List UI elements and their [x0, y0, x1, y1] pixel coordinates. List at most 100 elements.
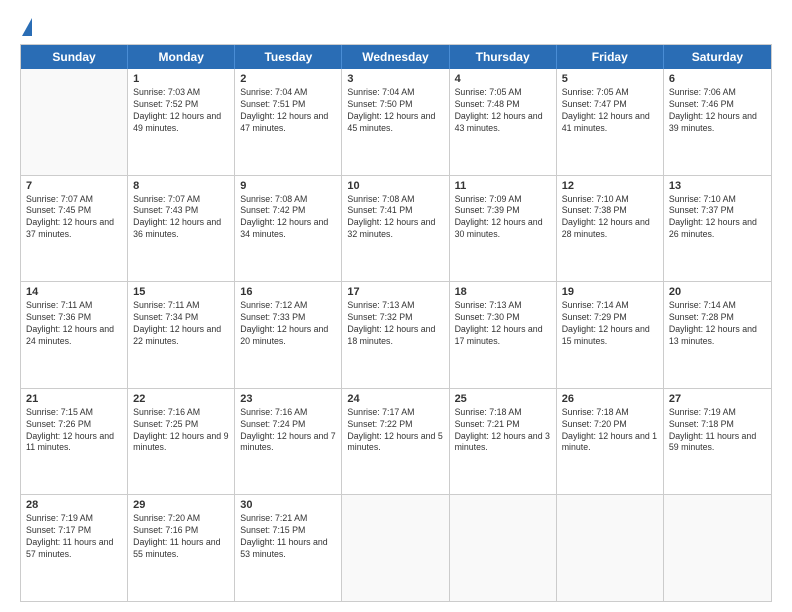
calendar-body: 1 Sunrise: 7:03 AM Sunset: 7:52 PM Daylig… [21, 69, 771, 601]
day-number: 2 [240, 73, 336, 85]
calendar-cell: 19 Sunrise: 7:14 AM Sunset: 7:29 PM Dayli… [557, 282, 664, 388]
calendar-cell: 22Sunrise: 7:16 AM Sunset: 7:25 PM Dayli… [128, 389, 235, 495]
cell-info: Sunrise: 7:03 AM Sunset: 7:52 PM Dayligh… [133, 87, 229, 135]
calendar-cell: 26 Sunrise: 7:18 AM Sunset: 7:20 PM Dayli… [557, 389, 664, 495]
cell-info: Sunrise: 7:15 AM Sunset: 7:26 PM Dayligh… [26, 407, 122, 455]
day-number: 7 [26, 180, 122, 192]
day-number: 14 [26, 286, 122, 298]
cell-info: Sunrise: 7:17 AM Sunset: 7:22 PM Dayligh… [347, 407, 443, 455]
cell-info: Sunrise: 7:11 AM Sunset: 7:34 PM Dayligh… [133, 300, 229, 348]
calendar-week-row: 7 Sunrise: 7:07 AM Sunset: 7:45 PM Daylig… [21, 176, 771, 283]
day-number: 29 [133, 499, 229, 511]
cell-info: Sunrise: 7:08 AM Sunset: 7:41 PM Dayligh… [347, 194, 443, 242]
day-number: 15 [133, 286, 229, 298]
cell-info: Sunrise: 7:10 AM Sunset: 7:38 PM Dayligh… [562, 194, 658, 242]
day-number: 11 [455, 180, 551, 192]
day-number: 8 [133, 180, 229, 192]
calendar-cell: 21 Sunrise: 7:15 AM Sunset: 7:26 PM Dayli… [21, 389, 128, 495]
cell-info: Sunrise: 7:14 AM Sunset: 7:28 PM Dayligh… [669, 300, 766, 348]
logo-triangle-icon [22, 18, 32, 36]
header [20, 18, 772, 34]
cell-info: Sunrise: 7:04 AM Sunset: 7:51 PM Dayligh… [240, 87, 336, 135]
cell-info: Sunrise: 7:19 AM Sunset: 7:18 PM Dayligh… [669, 407, 766, 455]
day-of-week-header: Sunday [21, 45, 128, 69]
cell-info: Sunrise: 7:19 AM Sunset: 7:17 PM Dayligh… [26, 513, 122, 561]
cell-info: Sunrise: 7:12 AM Sunset: 7:33 PM Dayligh… [240, 300, 336, 348]
cell-info: Sunrise: 7:05 AM Sunset: 7:48 PM Dayligh… [455, 87, 551, 135]
cell-info: Sunrise: 7:18 AM Sunset: 7:20 PM Dayligh… [562, 407, 658, 455]
page: SundayMondayTuesdayWednesdayThursdayFrid… [0, 0, 792, 612]
cell-info: Sunrise: 7:13 AM Sunset: 7:32 PM Dayligh… [347, 300, 443, 348]
day-number: 30 [240, 499, 336, 511]
calendar-cell: 17 Sunrise: 7:13 AM Sunset: 7:32 PM Dayli… [342, 282, 449, 388]
cell-info: Sunrise: 7:20 AM Sunset: 7:16 PM Dayligh… [133, 513, 229, 561]
cell-info: Sunrise: 7:10 AM Sunset: 7:37 PM Dayligh… [669, 194, 766, 242]
calendar: SundayMondayTuesdayWednesdayThursdayFrid… [20, 44, 772, 602]
day-number: 25 [455, 393, 551, 405]
day-of-week-header: Tuesday [235, 45, 342, 69]
day-number: 28 [26, 499, 122, 511]
calendar-cell: 24 Sunrise: 7:17 AM Sunset: 7:22 PM Dayli… [342, 389, 449, 495]
cell-info: Sunrise: 7:11 AM Sunset: 7:36 PM Dayligh… [26, 300, 122, 348]
cell-info: Sunrise: 7:14 AM Sunset: 7:29 PM Dayligh… [562, 300, 658, 348]
cell-info: Sunrise: 7:06 AM Sunset: 7:46 PM Dayligh… [669, 87, 766, 135]
day-number: 19 [562, 286, 658, 298]
day-number: 21 [26, 393, 122, 405]
day-number: 9 [240, 180, 336, 192]
cell-info: Sunrise: 7:07 AM Sunset: 7:43 PM Dayligh… [133, 194, 229, 242]
day-of-week-header: Monday [128, 45, 235, 69]
day-number: 17 [347, 286, 443, 298]
day-number: 22 [133, 393, 229, 405]
calendar-cell: 6 Sunrise: 7:06 AM Sunset: 7:46 PM Daylig… [664, 69, 771, 175]
day-number: 6 [669, 73, 766, 85]
calendar-week-row: 1 Sunrise: 7:03 AM Sunset: 7:52 PM Daylig… [21, 69, 771, 176]
cell-info: Sunrise: 7:16 AM Sunset: 7:24 PM Dayligh… [240, 407, 336, 455]
calendar-cell: 18 Sunrise: 7:13 AM Sunset: 7:30 PM Dayli… [450, 282, 557, 388]
calendar-cell: 10Sunrise: 7:08 AM Sunset: 7:41 PM Dayli… [342, 176, 449, 282]
logo-text [20, 18, 32, 34]
day-number: 23 [240, 393, 336, 405]
day-number: 1 [133, 73, 229, 85]
day-of-week-header: Saturday [664, 45, 771, 69]
day-number: 24 [347, 393, 443, 405]
calendar-cell: 30 Sunrise: 7:21 AM Sunset: 7:15 PM Dayli… [235, 495, 342, 601]
calendar-cell: 23 Sunrise: 7:16 AM Sunset: 7:24 PM Dayli… [235, 389, 342, 495]
day-number: 5 [562, 73, 658, 85]
day-of-week-header: Thursday [450, 45, 557, 69]
calendar-cell [664, 495, 771, 601]
calendar-cell: 4 Sunrise: 7:05 AM Sunset: 7:48 PM Daylig… [450, 69, 557, 175]
calendar-header: SundayMondayTuesdayWednesdayThursdayFrid… [21, 45, 771, 69]
calendar-cell: 9 Sunrise: 7:08 AM Sunset: 7:42 PM Daylig… [235, 176, 342, 282]
calendar-cell: 5 Sunrise: 7:05 AM Sunset: 7:47 PM Daylig… [557, 69, 664, 175]
logo [20, 18, 32, 34]
day-number: 18 [455, 286, 551, 298]
calendar-cell: 8 Sunrise: 7:07 AM Sunset: 7:43 PM Daylig… [128, 176, 235, 282]
calendar-cell [450, 495, 557, 601]
cell-info: Sunrise: 7:07 AM Sunset: 7:45 PM Dayligh… [26, 194, 122, 242]
calendar-cell: 14 Sunrise: 7:11 AM Sunset: 7:36 PM Dayli… [21, 282, 128, 388]
calendar-week-row: 28 Sunrise: 7:19 AM Sunset: 7:17 PM Dayli… [21, 495, 771, 601]
calendar-cell [21, 69, 128, 175]
day-number: 26 [562, 393, 658, 405]
calendar-cell: 27Sunrise: 7:19 AM Sunset: 7:18 PM Dayli… [664, 389, 771, 495]
cell-info: Sunrise: 7:05 AM Sunset: 7:47 PM Dayligh… [562, 87, 658, 135]
calendar-cell: 1 Sunrise: 7:03 AM Sunset: 7:52 PM Daylig… [128, 69, 235, 175]
calendar-cell: 3Sunrise: 7:04 AM Sunset: 7:50 PM Daylig… [342, 69, 449, 175]
cell-info: Sunrise: 7:04 AM Sunset: 7:50 PM Dayligh… [347, 87, 443, 135]
calendar-cell: 28 Sunrise: 7:19 AM Sunset: 7:17 PM Dayli… [21, 495, 128, 601]
day-of-week-header: Wednesday [342, 45, 449, 69]
day-number: 13 [669, 180, 766, 192]
calendar-cell: 15 Sunrise: 7:11 AM Sunset: 7:34 PM Dayli… [128, 282, 235, 388]
calendar-cell: 2 Sunrise: 7:04 AM Sunset: 7:51 PM Daylig… [235, 69, 342, 175]
cell-info: Sunrise: 7:08 AM Sunset: 7:42 PM Dayligh… [240, 194, 336, 242]
calendar-cell: 20Sunrise: 7:14 AM Sunset: 7:28 PM Dayli… [664, 282, 771, 388]
cell-info: Sunrise: 7:21 AM Sunset: 7:15 PM Dayligh… [240, 513, 336, 561]
calendar-cell: 29 Sunrise: 7:20 AM Sunset: 7:16 PM Dayli… [128, 495, 235, 601]
cell-info: Sunrise: 7:13 AM Sunset: 7:30 PM Dayligh… [455, 300, 551, 348]
calendar-week-row: 21 Sunrise: 7:15 AM Sunset: 7:26 PM Dayli… [21, 389, 771, 496]
calendar-cell [342, 495, 449, 601]
calendar-cell: 11Sunrise: 7:09 AM Sunset: 7:39 PM Dayli… [450, 176, 557, 282]
calendar-cell: 25Sunrise: 7:18 AM Sunset: 7:21 PM Dayli… [450, 389, 557, 495]
day-number: 4 [455, 73, 551, 85]
day-of-week-header: Friday [557, 45, 664, 69]
